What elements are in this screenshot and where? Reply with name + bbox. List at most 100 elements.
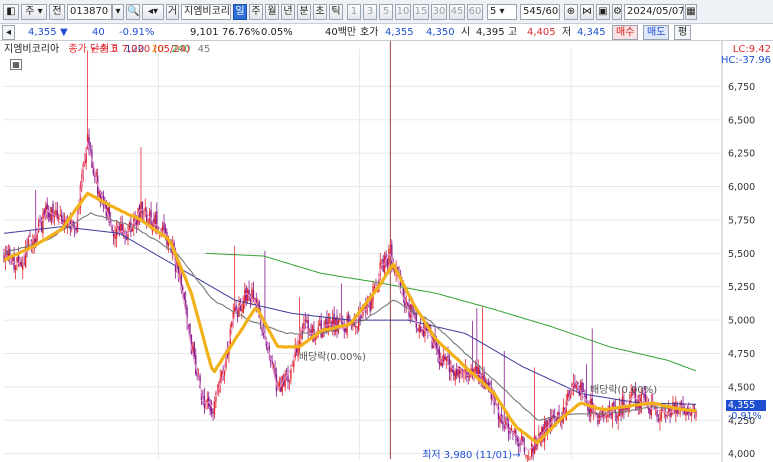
hc-label: HC:-37.96 — [720, 55, 771, 66]
candle-body — [141, 201, 144, 214]
candle-body — [382, 258, 384, 272]
period-month[interactable]: 월 — [265, 4, 279, 20]
candle-body — [272, 364, 275, 368]
candle-body — [306, 320, 308, 323]
search-icon[interactable]: 🔍 — [126, 4, 140, 20]
candle-body — [526, 455, 529, 457]
candle-body — [43, 209, 46, 215]
candle-body — [617, 414, 619, 421]
window-menu-icon[interactable]: ◧ — [3, 4, 19, 20]
tool-icon[interactable]: ⋈ — [580, 4, 594, 20]
candle-body — [293, 361, 295, 367]
count-value: 5 — [490, 6, 497, 17]
y-tick-label: 6,750 — [728, 82, 755, 93]
high-annotation: ←최고 7,020 (05/24) — [92, 44, 190, 56]
speaker-icon[interactable]: ◂▾ — [142, 4, 164, 20]
y-tick-label: 4,500 — [728, 382, 755, 393]
candle-body — [689, 414, 691, 415]
candle-body — [616, 416, 618, 418]
candle-body — [182, 287, 184, 291]
sell-button[interactable]: 매도 — [643, 25, 670, 40]
candle-body — [55, 209, 57, 215]
interval-1[interactable]: 1 — [347, 4, 361, 20]
current-price: 4,355 — [28, 27, 57, 38]
candle-body — [310, 329, 312, 337]
period-tick[interactable]: 틱 — [329, 4, 343, 20]
candle-body — [530, 443, 533, 457]
price-change-pct: -0.91% — [119, 27, 155, 38]
quote-toggle-icon[interactable]: ◂ — [2, 25, 16, 40]
candle-body — [179, 273, 181, 274]
interval-15[interactable]: 15 — [413, 4, 429, 20]
interval-60[interactable]: 60 — [467, 4, 483, 20]
candle-body — [290, 369, 292, 380]
candle-body — [311, 325, 314, 334]
candle-body — [117, 226, 119, 228]
count-select[interactable]: 5 ▾ — [487, 4, 517, 20]
candle-body — [114, 235, 116, 239]
settings-icon[interactable]: ⚙ — [612, 4, 622, 20]
high-label: 고 — [508, 27, 518, 38]
view-count-field[interactable]: 545/600 — [520, 4, 560, 20]
y-tick-label: 4,000 — [728, 449, 755, 460]
date-input[interactable]: 2024/05/07 — [624, 4, 684, 20]
period-minute[interactable]: 분 — [297, 4, 311, 20]
period-day[interactable]: 일 — [233, 4, 247, 20]
stock-code-dropdown-icon[interactable]: ▾ — [112, 4, 124, 20]
low-price: 4,345 — [577, 27, 606, 38]
save-icon[interactable]: ▣ — [596, 4, 610, 20]
candle-body — [418, 324, 420, 333]
interval-30[interactable]: 30 — [431, 4, 447, 20]
period-second[interactable]: 초 — [313, 4, 327, 20]
candle-body — [131, 228, 134, 232]
interval-45[interactable]: 45 — [449, 4, 465, 20]
candle-body — [389, 244, 392, 246]
candle-body — [370, 299, 373, 309]
ask-price-2: 4,350 — [426, 27, 455, 38]
market-select[interactable]: 주 ▾ — [21, 4, 47, 20]
candle-body — [340, 322, 343, 324]
grid-toggle-icon[interactable]: ▦ — [10, 59, 22, 70]
y-tick-label: 5,000 — [728, 316, 755, 327]
candle-body — [582, 390, 585, 392]
candle-body — [35, 239, 37, 243]
calendar-icon[interactable]: ▦ — [685, 4, 697, 20]
chart-canvas[interactable]: 4,0004,2504,5004,7505,0005,2505,5005,750… — [0, 41, 773, 462]
candle-body — [23, 262, 25, 264]
candle-body — [443, 354, 445, 363]
candle-body — [161, 226, 164, 231]
buy-button[interactable]: 매수 — [612, 25, 639, 40]
candle-body — [588, 409, 591, 414]
candle-body — [16, 257, 18, 262]
candle-body — [574, 382, 576, 388]
candle-body — [360, 316, 363, 318]
interval-5[interactable]: 5 — [379, 4, 393, 20]
candle-body — [285, 370, 288, 372]
candle-body — [626, 408, 628, 409]
stock-code-input[interactable]: 013870 — [67, 4, 112, 20]
exchange-icon[interactable]: 거 — [166, 4, 179, 20]
price-chart[interactable]: 4,000 4,250 4,500 4,750 5,000 5,250 5,500 5,750… — [0, 41, 773, 462]
candle-body — [455, 368, 458, 376]
candle-body — [154, 214, 157, 225]
candle-body — [314, 338, 317, 340]
candle-body — [447, 355, 449, 358]
y-tick-label: 6,000 — [728, 182, 755, 193]
period-week[interactable]: 주 — [249, 4, 263, 20]
period-year[interactable]: 년 — [281, 4, 295, 20]
candle-body — [584, 394, 586, 398]
chart-toolbar: ◧ 주 ▾ 전 013870 ▾ 🔍 ◂▾ 거 지엠비코리아 일 주 월 년 분… — [0, 0, 773, 24]
candle-body — [344, 328, 347, 332]
y-tick-label: 5,250 — [728, 282, 755, 293]
interval-3[interactable]: 3 — [363, 4, 377, 20]
y-tick-label: 6,250 — [728, 149, 755, 160]
legend-ma45: 45 — [197, 44, 211, 55]
interval-10[interactable]: 10 — [395, 4, 411, 20]
prefix-button[interactable]: 전 — [49, 4, 65, 20]
zoom-icon[interactable]: ⊕ — [564, 4, 578, 20]
candle-body — [662, 409, 664, 411]
market-label: 주 — [25, 6, 35, 17]
y-tick-label: 5,750 — [728, 215, 755, 226]
y-tick-label: 6,500 — [728, 115, 755, 126]
eval-button[interactable]: 평 — [674, 25, 692, 40]
